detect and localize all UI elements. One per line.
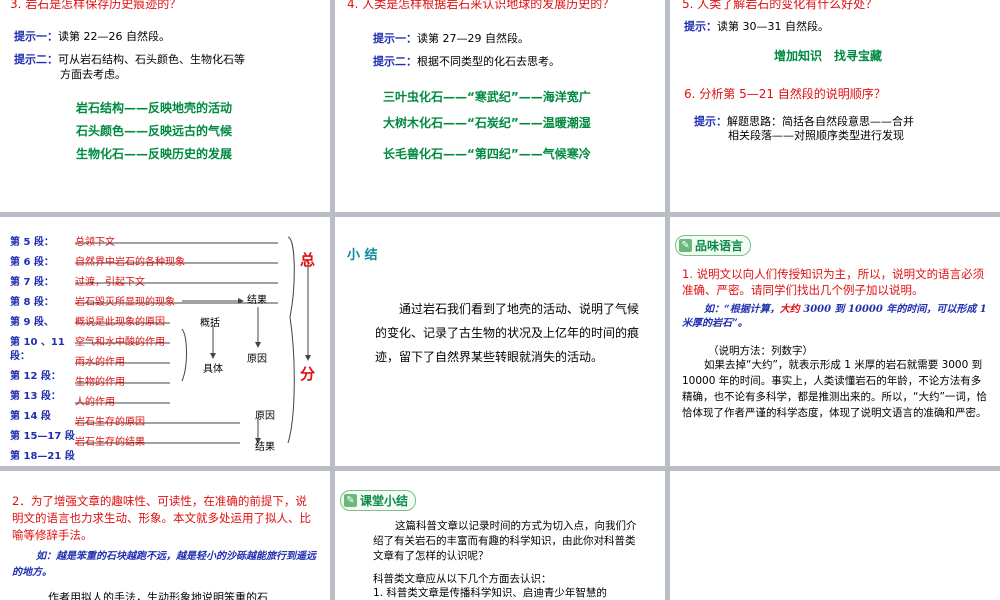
para-9-content: 概说是此现象的原因 <box>75 317 165 328</box>
summary-aspects: 科普类文章应从以下几个方面去认识： <box>373 573 552 585</box>
para-7-content: 过渡，引起下文 <box>75 277 145 288</box>
para-15-17-label: 第 15—17 段 <box>10 431 75 442</box>
answer-line-2: 石头颜色——反映远古的气候 <box>76 124 233 138</box>
slide-paragraph-structure: 第 5 段： 总领下文 第 6 段： 自然界中岩石的各种现象 第 7 段： 过渡… <box>0 217 330 466</box>
label-zong: 总 <box>300 251 316 269</box>
answer-line-3: 生物化石——反映历史的发展 <box>76 147 233 161</box>
summary-intro: 这篇科普文章以记录时间的方式为切入点，向我们介绍了有关岩石的丰富而有趣的科学知识… <box>373 520 637 562</box>
hint-2: 提示二：可从岩石结构、石头颜色、生物化石等 <box>14 53 245 66</box>
para-10-11-label-cont: 段： <box>10 351 30 362</box>
answer-line-1: 岩石结构——反映地壳的活动 <box>76 101 233 115</box>
para-7-label: 第 7 段： <box>10 277 54 288</box>
hint-1: 提示一：读第 22—26 自然段。 <box>14 30 170 43</box>
hint-1: 提示一：读第 27—29 自然段。 <box>373 32 529 45</box>
edit-icon: ✎ <box>679 239 692 252</box>
para-14-content: 岩石生存的原因 <box>75 417 145 428</box>
para-rain-content: 雨水的作用 <box>75 357 125 368</box>
chip-language: ✎ 品味语言 <box>675 235 752 256</box>
slide-rock-history-traces: 3. 岩石是怎样保存历史痕迹的？ 提示一：读第 22—26 自然段。 提示二：可… <box>0 0 330 212</box>
label-summary: 概括 <box>200 318 220 329</box>
question-5: 5. 人类了解岩石的变化有什么好处？ <box>682 0 878 11</box>
edit-icon: ✎ <box>344 494 357 507</box>
label-cause-1: 原因 <box>247 354 267 365</box>
para-15-17-content: 岩石生存的结果 <box>75 437 145 448</box>
para-12-content: 生物的作用 <box>75 377 125 388</box>
para-6-label: 第 6 段： <box>10 257 54 268</box>
method-note: （说明方法：列数字） <box>708 345 813 357</box>
explanation-body: 如果去掉“大约”，就表示形成 1 米厚的岩石就需要 3000 到 10000 年… <box>682 359 987 419</box>
slide-blank <box>670 471 1000 600</box>
question-6: 6. 分析第 5—21 自然段的说明顺序？ <box>684 87 886 101</box>
para-18-21-label: 第 18—21 段 <box>10 451 75 462</box>
fossil-line-3: 长毛兽化石——“第四纪”——气候寒冷 <box>383 147 591 161</box>
para-6-content: 自然界中岩石的各种现象 <box>75 257 185 268</box>
para-8-content: 岩石毁灭所显现的现象 <box>75 297 175 308</box>
label-fen: 分 <box>300 365 316 383</box>
label-cause-2: 原因 <box>255 411 275 422</box>
question-4: 4. 人类是怎样根据岩石来认识地球的发展历史的？ <box>347 0 615 11</box>
para-8-label: 第 8 段： <box>10 297 54 308</box>
slide-summary: 小 结 通过岩石我们看到了地壳的活动、说明了气候的变化、记录了古生物的状况及上亿… <box>335 217 665 466</box>
point-2: 2．为了增强文章的趣味性、可读性，在准确的前提下，说明文的语言也力求生动、形象。… <box>12 494 311 542</box>
para-9-label: 第 9 段、 <box>10 317 54 328</box>
para-10-11-label: 第 10 、11 <box>10 337 65 348</box>
hint-2-continued: 方面去考虑。 <box>60 68 126 81</box>
label-specific: 具体 <box>203 364 223 375</box>
hint: 提示：读第 30—31 自然段。 <box>684 20 829 33</box>
para-10-11-content: 空气和水中酸的作用 <box>75 337 165 348</box>
para-5-content: 总领下文 <box>75 237 115 248</box>
summary-body: 通过岩石我们看到了地壳的活动、说明了气候的变化、记录了古生物的状况及上亿年的时间… <box>375 302 640 364</box>
para-12-label: 第 12 段： <box>10 371 61 382</box>
answer-5: 增加知识 找寻宝藏 <box>774 49 883 63</box>
slide-language-appreciation: ✎ 品味语言 1. 说明文以向人们传授知识为主，所以，说明文的语言必须准确、严密… <box>670 217 1000 466</box>
slide-fossil-earth-history: 4. 人类是怎样根据岩石来认识地球的发展历史的？ 提示一：读第 27—29 自然… <box>335 0 665 212</box>
slide-class-summary: ✎ 课堂小结 这篇科普文章以记录时间的方式为切入点，向我们介绍了有关岩石的丰富而… <box>335 471 665 600</box>
summary-point-1: 1. 科普类文章是传播科学知识、启迪青少年智慧的 <box>373 587 607 599</box>
question-3: 3. 岩石是怎样保存历史痕迹的？ <box>10 0 182 11</box>
label-result-1: 结果 <box>247 295 267 306</box>
para-13-label: 第 13 段： <box>10 391 61 402</box>
fossil-line-1: 三叶虫化石——“寒武纪”——海洋宽广 <box>383 90 591 104</box>
fossil-line-2: 大树木化石——“石炭纪”——温暖潮湿 <box>383 116 591 130</box>
slide-vivid-language: 2．为了增强文章的趣味性、可读性，在准确的前提下，说明文的语言也力求生动、形象。… <box>0 471 330 600</box>
point-1: 1. 说明文以向人们传授知识为主，所以，说明文的语言必须准确、严密。请同学们找出… <box>682 267 985 297</box>
para-5-label: 第 5 段： <box>10 237 54 248</box>
solution-hint-2: 相关段落——对照顺序类型进行发现 <box>728 129 904 142</box>
para-13-content: 人的作用 <box>75 397 115 408</box>
analysis-body: 作者用拟人的手法，生动形象地说明笨重的石 <box>48 591 268 600</box>
label-result-2: 结果 <box>255 442 275 453</box>
para-14-label: 第 14 段 <box>10 411 51 422</box>
example-sentence: 如：“根据计算，大约 3000 到 10000 年的时间，可以形成 1 米厚的岩… <box>682 304 987 329</box>
chip-class-summary: ✎ 课堂小结 <box>340 490 417 511</box>
slide-rock-benefits-order: 5. 人类了解岩石的变化有什么好处？ 提示：读第 30—31 自然段。 增加知识… <box>670 0 1000 212</box>
hint-2: 提示二：根据不同类型的化石去思考。 <box>373 55 560 68</box>
summary-title: 小 结 <box>347 248 378 263</box>
example-sentence: 如：越是笨重的石块越跑不远，越是轻小的沙砾越能旅行到遥远的地方。 <box>12 551 316 578</box>
